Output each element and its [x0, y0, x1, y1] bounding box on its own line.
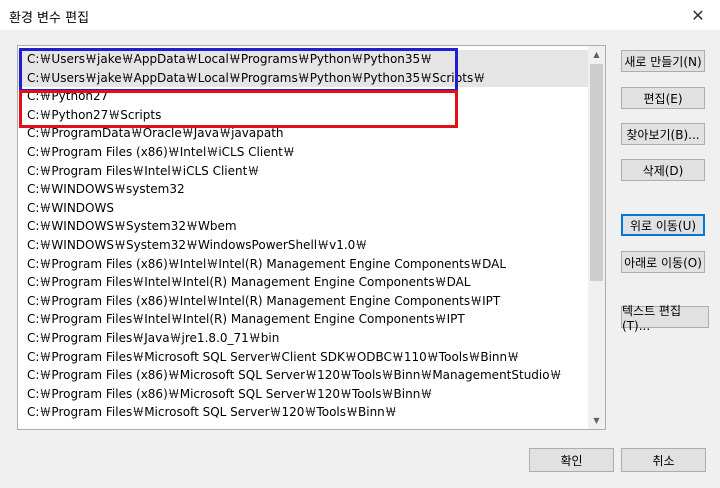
path-list[interactable]: C:￦Users￦jake￦AppData￦Local￦Programs￦Pyt… [17, 45, 606, 430]
path-entry[interactable]: C:￦Program Files (x86)￦Intel￦Intel(R) Ma… [18, 292, 588, 311]
path-entry[interactable]: C:￦Program Files￦Intel￦Intel(R) Manageme… [18, 310, 588, 329]
new-button[interactable]: 새로 만들기(N) [621, 50, 705, 72]
path-entry[interactable]: C:￦Users￦jake￦AppData￦Local￦Programs￦Pyt… [18, 50, 588, 69]
move-up-button[interactable]: 위로 이동(U) [621, 214, 705, 236]
move-down-button[interactable]: 아래로 이동(O) [621, 251, 705, 273]
close-icon: ✕ [691, 5, 705, 25]
path-entry[interactable]: C:￦WINDOWS￦System32￦Wbem [18, 217, 588, 236]
cancel-button[interactable]: 취소 [621, 448, 706, 472]
edit-button[interactable]: 편집(E) [621, 87, 705, 109]
path-entry[interactable]: C:￦Program Files (x86)￦Intel￦iCLS Client… [18, 143, 588, 162]
path-entry[interactable]: C:￦Program Files (x86)￦Microsoft SQL Ser… [18, 385, 588, 404]
path-entry[interactable]: C:￦Program Files (x86)￦Microsoft SQL Ser… [18, 366, 588, 385]
scroll-thumb[interactable] [590, 64, 603, 281]
scroll-up-icon[interactable]: ▲ [588, 46, 605, 63]
path-entry[interactable]: C:￦Users￦jake￦AppData￦Local￦Programs￦Pyt… [18, 68, 588, 88]
path-entry[interactable]: C:￦Python27 [18, 87, 588, 106]
browse-button[interactable]: 찾아보기(B)... [621, 123, 705, 145]
path-entry[interactable]: C:￦WINDOWS [18, 199, 588, 218]
window-title: 환경 변수 편집 [9, 11, 90, 26]
title-bar: 환경 변수 편집 ✕ [0, 0, 720, 30]
path-entry[interactable]: C:￦Program Files￦Java￦jre1.8.0_71￦bin [18, 329, 588, 348]
ok-button[interactable]: 확인 [529, 448, 614, 472]
close-button[interactable]: ✕ [676, 0, 720, 30]
path-entry[interactable]: C:￦WINDOWS￦system32 [18, 180, 588, 199]
edit-text-button[interactable]: 텍스트 편집(T)... [621, 304, 709, 333]
path-entry[interactable]: C:￦Python27￦Scripts [18, 106, 588, 125]
path-entry[interactable]: C:￦Program Files￦Microsoft SQL Server￦Cl… [18, 348, 588, 367]
path-entry[interactable]: C:￦Program Files￦Intel￦Intel(R) Manageme… [18, 273, 588, 292]
path-entry[interactable]: C:￦WINDOWS￦System32￦WindowsPowerShell￦v1… [18, 236, 588, 255]
path-entry[interactable]: C:￦Program Files (x86)￦Intel￦Intel(R) Ma… [18, 255, 588, 274]
path-rows: C:￦Users￦jake￦AppData￦Local￦Programs￦Pyt… [18, 50, 588, 422]
vertical-scrollbar[interactable]: ▲ ▼ [588, 46, 605, 429]
path-entry[interactable]: C:￦Program Files￦Microsoft SQL Server￦12… [18, 403, 588, 422]
scroll-down-icon[interactable]: ▼ [588, 412, 605, 429]
path-entry[interactable]: C:￦ProgramData￦Oracle￦Java￦javapath [18, 124, 588, 143]
path-entry[interactable]: C:￦Program Files￦Intel￦iCLS Client￦ [18, 162, 588, 181]
delete-button[interactable]: 삭제(D) [621, 159, 705, 181]
